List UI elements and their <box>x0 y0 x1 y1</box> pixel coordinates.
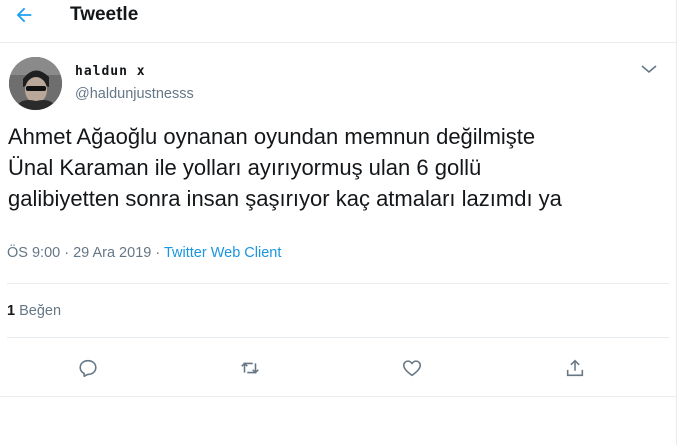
page-title: Tweetle <box>70 4 139 25</box>
tweet-client-link[interactable]: Twitter Web Client <box>164 245 281 261</box>
avatar[interactable] <box>9 57 62 110</box>
likes-label: Beğen <box>19 303 62 319</box>
retweet-icon <box>241 362 259 374</box>
avatar-image <box>9 57 62 110</box>
likes-stat[interactable]: 1 Beğen <box>7 303 61 319</box>
retweet-button[interactable] <box>239 357 263 381</box>
tweet-page: Tweetle haldun x @haldunjustnesss Ahmet … <box>0 0 677 445</box>
likes-count: 1 <box>7 303 16 319</box>
share-icon <box>566 359 584 377</box>
reply-button[interactable] <box>77 357 101 381</box>
heart-icon <box>402 360 422 377</box>
reply-icon <box>79 359 97 378</box>
tweet-text: Ahmet Ağaoğlu oynanan oyundan memnun değ… <box>8 124 562 211</box>
share-button[interactable] <box>564 357 588 381</box>
tweet-meta: ÖS 9:00 · 29 Ara 2019 · Twitter Web Clie… <box>7 245 281 261</box>
page-header: Tweetle <box>0 0 676 43</box>
chevron-down-icon <box>641 65 657 74</box>
tweet-date[interactable]: 29 Ara 2019 <box>73 245 151 261</box>
more-options-button[interactable] <box>640 62 658 76</box>
author-handle[interactable]: @haldunjustnesss <box>75 86 194 102</box>
author-name[interactable]: haldun x <box>75 64 146 79</box>
like-button[interactable] <box>401 357 425 381</box>
tweet-time[interactable]: ÖS 9:00 <box>7 245 60 261</box>
back-button[interactable] <box>8 0 40 30</box>
arrow-left-icon <box>16 7 32 23</box>
divider <box>7 283 669 284</box>
meta-separator: · <box>155 245 161 261</box>
divider <box>7 337 669 338</box>
meta-separator: · <box>64 245 70 261</box>
divider <box>0 396 676 397</box>
